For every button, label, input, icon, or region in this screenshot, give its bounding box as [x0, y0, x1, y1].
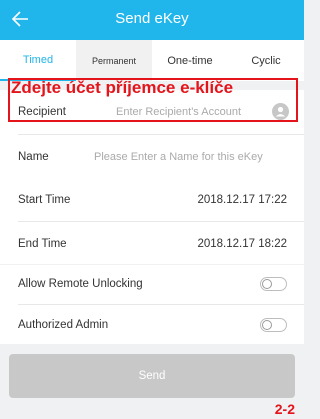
- remote-unlock-label: Allow Remote Unlocking: [18, 277, 143, 290]
- authorized-admin-row: Authorized Admin: [0, 303, 304, 346]
- send-button[interactable]: Send: [9, 354, 295, 398]
- end-time-row[interactable]: End Time 2018.12.17 18:22: [0, 222, 304, 265]
- page-number: 2-2: [274, 401, 295, 417]
- start-time-row[interactable]: Start Time 2018.12.17 17:22: [0, 178, 304, 221]
- authorized-admin-label: Authorized Admin: [18, 318, 109, 331]
- tab-timed[interactable]: Timed: [0, 40, 76, 81]
- name-input[interactable]: Please Enter a Name for this eKey: [94, 151, 263, 163]
- name-label: Name: [18, 150, 49, 163]
- start-time-label: Start Time: [18, 193, 71, 206]
- start-time-value[interactable]: 2018.12.17 17:22: [197, 194, 287, 206]
- annotation-text: Zdejte účet příjemce e-klíče: [11, 78, 234, 97]
- page-title: Send eKey: [115, 10, 189, 27]
- tab-one-time[interactable]: One-time: [152, 40, 228, 81]
- tab-bar: Timed Permanent One-time Cyclic: [0, 40, 304, 81]
- remote-unlock-toggle[interactable]: [260, 276, 287, 291]
- end-time-label: End Time: [18, 237, 67, 250]
- options-section: Allow Remote Unlocking Authorized Admin: [0, 265, 304, 344]
- tab-cyclic[interactable]: Cyclic: [228, 40, 304, 81]
- remote-unlock-row: Allow Remote Unlocking: [0, 262, 304, 305]
- name-row[interactable]: Name Please Enter a Name for this eKey: [0, 135, 304, 178]
- authorized-admin-toggle[interactable]: [260, 317, 287, 332]
- end-time-value[interactable]: 2018.12.17 18:22: [197, 238, 287, 250]
- time-section: Start Time 2018.12.17 17:22 End Time 201…: [0, 178, 304, 264]
- header-bar: Send eKey: [0, 0, 304, 40]
- tab-permanent[interactable]: Permanent: [76, 40, 152, 81]
